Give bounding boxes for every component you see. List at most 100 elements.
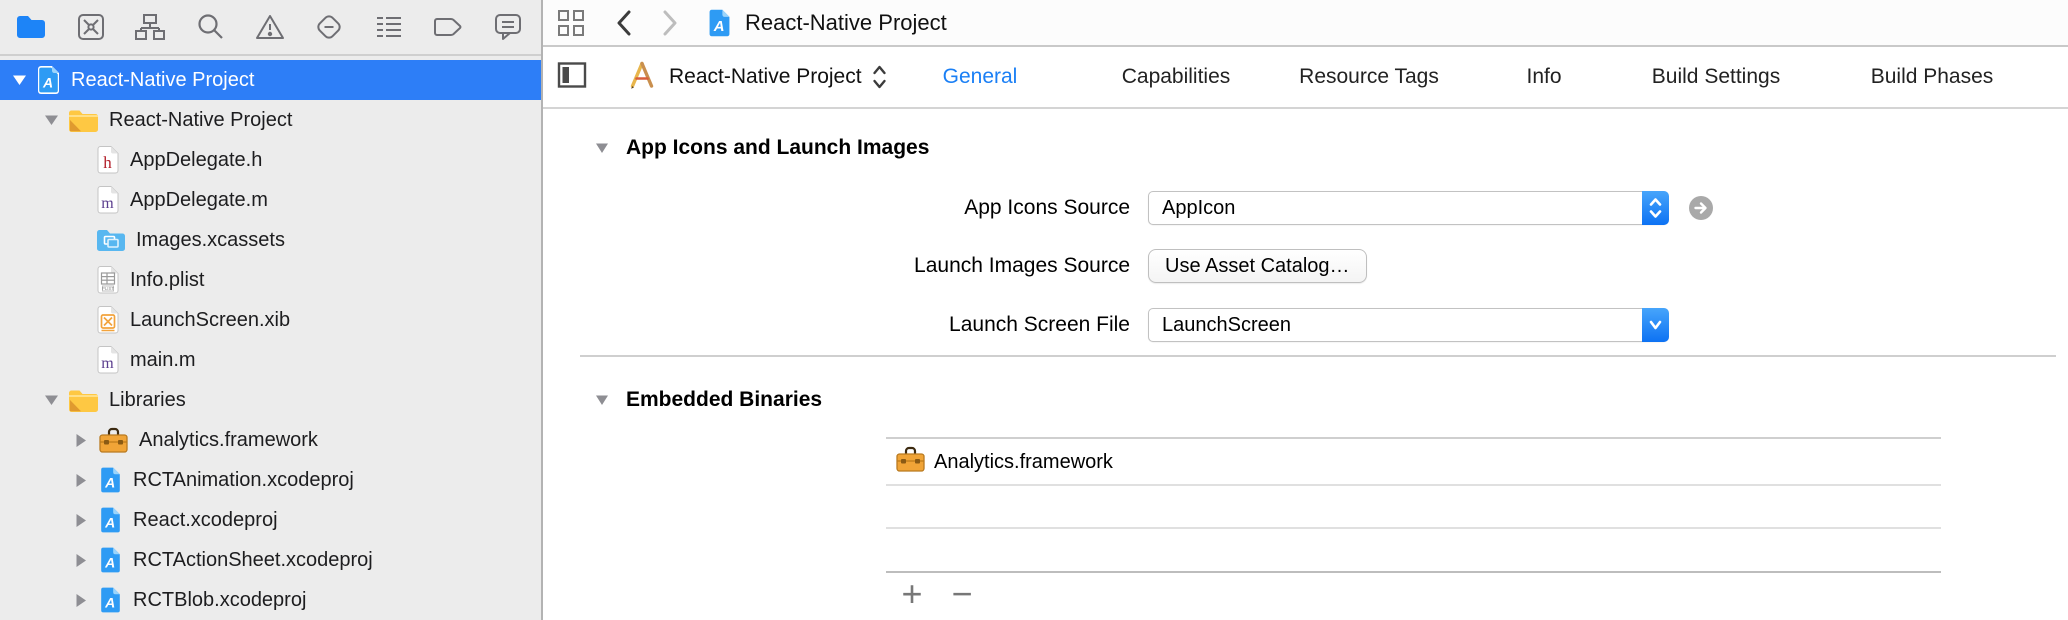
tree-row-subproject[interactable]: A RCTActionSheet.xcodeproj	[0, 540, 541, 580]
go-to-arrow-button[interactable]	[1689, 196, 1713, 220]
jump-bar-title[interactable]: React-Native Project	[745, 10, 947, 36]
test-navigator-icon[interactable]	[312, 10, 346, 44]
project-popup[interactable]: React-Native Project	[627, 60, 887, 95]
forward-button-icon[interactable]	[662, 10, 678, 36]
add-button[interactable]: +	[895, 577, 929, 611]
tab-build-settings[interactable]: Build Settings	[1652, 47, 1780, 107]
tree-row-file[interactable]: h AppDelegate.h	[0, 140, 541, 180]
svg-text:A: A	[713, 18, 725, 35]
disclosure-triangle-icon[interactable]	[42, 114, 60, 126]
debug-navigator-icon[interactable]	[372, 10, 406, 44]
svg-text:m: m	[101, 195, 114, 212]
project-file-icon: A	[98, 465, 123, 495]
popup-chevrons-icon	[872, 64, 887, 90]
find-navigator-icon[interactable]	[193, 10, 227, 44]
symbol-navigator-icon[interactable]	[133, 10, 167, 44]
tree-row-file[interactable]: PLIST Info.plist	[0, 260, 541, 300]
tree-row-subproject[interactable]: A React.xcodeproj	[0, 500, 541, 540]
tree-row-label: AppDelegate.h	[130, 149, 262, 172]
disclosure-triangle-icon[interactable]	[10, 74, 28, 86]
breakpoint-navigator-icon[interactable]	[431, 10, 465, 44]
section-embedded-binaries-header: Embedded Binaries	[595, 385, 822, 415]
tree-row-label: Libraries	[109, 389, 186, 412]
tab-resource-tags[interactable]: Resource Tags	[1299, 47, 1439, 107]
general-pane: App Icons and Launch Images App Icons So…	[543, 109, 2068, 618]
tree-row-label: React-Native Project	[71, 69, 254, 92]
tree-row-label: LaunchScreen.xib	[130, 309, 290, 332]
combo-chevron-icon[interactable]	[1642, 308, 1669, 342]
section-app-icons-header: App Icons and Launch Images	[595, 133, 929, 163]
project-file-icon: A	[36, 65, 61, 95]
disclosure-triangle-icon[interactable]	[595, 142, 609, 154]
settings-tab-bar: React-Native Project General Capabilitie…	[543, 47, 2068, 109]
plist-file-icon: PLIST	[96, 265, 120, 295]
project-file-icon: A	[98, 545, 123, 575]
use-asset-catalog-button[interactable]: Use Asset Catalog…	[1148, 249, 1367, 283]
app-icons-source-label: App Icons Source	[643, 191, 1130, 225]
project-navigator-tree: A React-Native Project React-Native Proj…	[0, 56, 541, 620]
tree-row-project-root[interactable]: A React-Native Project	[0, 60, 541, 100]
disclosure-triangle-icon[interactable]	[72, 593, 90, 608]
targets-sidebar-toggle-icon[interactable]	[557, 61, 587, 94]
navigator-bar	[0, 0, 541, 56]
project-file-icon: A	[98, 505, 123, 535]
tree-row-label: Info.plist	[130, 269, 204, 292]
table-actions: + −	[895, 577, 979, 611]
asset-catalog-icon	[96, 228, 126, 252]
related-items-icon[interactable]	[556, 8, 586, 38]
svg-text:PLIST: PLIST	[102, 286, 115, 291]
framework-icon	[98, 427, 129, 454]
tree-row-file[interactable]: Images.xcassets	[0, 220, 541, 260]
svg-text:A: A	[104, 555, 115, 571]
svg-text:A: A	[104, 475, 115, 491]
embedded-binary-row[interactable]: Analytics.framework	[895, 441, 1113, 483]
stepper-chevrons-icon[interactable]	[1642, 191, 1669, 225]
tree-row-label: Analytics.framework	[139, 429, 318, 452]
table-border	[886, 437, 1941, 439]
section-title: Embedded Binaries	[626, 388, 822, 412]
source-control-navigator-icon[interactable]	[74, 10, 108, 44]
disclosure-triangle-icon[interactable]	[72, 473, 90, 488]
tree-row-group[interactable]: React-Native Project	[0, 100, 541, 140]
embedded-binary-label: Analytics.framework	[934, 451, 1113, 474]
tab-info[interactable]: Info	[1526, 47, 1561, 107]
tree-row-subproject[interactable]: A RCTAnimation.xcodeproj	[0, 460, 541, 500]
framework-icon	[895, 446, 926, 478]
remove-button[interactable]: −	[945, 577, 979, 611]
tree-row-label: RCTBlob.xcodeproj	[133, 589, 306, 612]
table-bottom-border	[886, 571, 1941, 573]
tree-row-subproject[interactable]: A RCTBlob.xcodeproj	[0, 580, 541, 620]
tree-row-group[interactable]: Libraries	[0, 380, 541, 420]
tree-row-framework[interactable]: Analytics.framework	[0, 420, 541, 460]
tab-capabilities[interactable]: Capabilities	[1122, 47, 1231, 107]
app-icons-source-popup[interactable]: AppIcon	[1148, 191, 1668, 225]
folder-icon	[68, 388, 99, 413]
section-title: App Icons and Launch Images	[626, 136, 929, 160]
issue-navigator-icon[interactable]	[253, 10, 287, 44]
tree-row-file[interactable]: m AppDelegate.m	[0, 180, 541, 220]
back-button-icon[interactable]	[616, 10, 632, 36]
tab-build-phases[interactable]: Build Phases	[1871, 47, 1994, 107]
xcode-window: A React-Native Project React-Native Proj…	[0, 0, 2068, 620]
tree-row-file[interactable]: m main.m	[0, 340, 541, 380]
report-navigator-icon[interactable]	[491, 10, 525, 44]
disclosure-triangle-icon[interactable]	[72, 513, 90, 528]
disclosure-triangle-icon[interactable]	[72, 553, 90, 568]
disclosure-triangle-icon[interactable]	[42, 394, 60, 406]
project-navigator-icon[interactable]	[14, 10, 48, 44]
table-separator	[886, 484, 1941, 486]
project-file-icon: A	[706, 7, 733, 39]
project-blueprint-icon	[627, 60, 657, 95]
tree-row-label: AppDelegate.m	[130, 189, 268, 212]
tree-row-label: React-Native Project	[109, 109, 292, 132]
tree-row-label: RCTAnimation.xcodeproj	[133, 469, 354, 492]
disclosure-triangle-icon[interactable]	[72, 433, 90, 448]
project-file-icon: A	[98, 585, 123, 615]
tab-general[interactable]: General	[943, 47, 1018, 107]
disclosure-triangle-icon[interactable]	[595, 394, 609, 406]
svg-text:h: h	[103, 153, 112, 172]
launch-screen-file-combo[interactable]: LaunchScreen	[1148, 308, 1668, 342]
tree-row-file[interactable]: LaunchScreen.xib	[0, 300, 541, 340]
xib-file-icon	[96, 305, 120, 335]
folder-icon	[68, 108, 99, 133]
